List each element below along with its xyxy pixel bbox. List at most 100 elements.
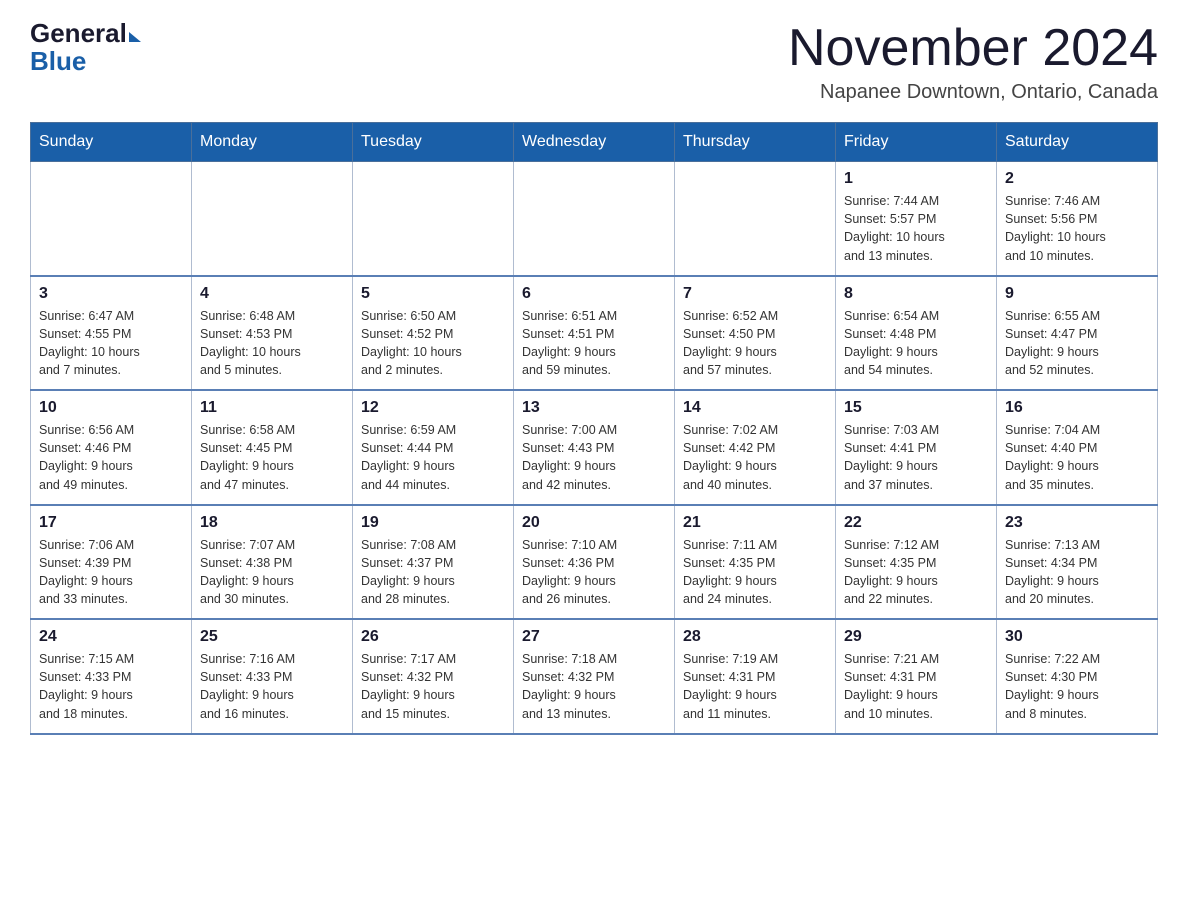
day-number: 17	[39, 514, 183, 532]
day-number: 12	[361, 399, 505, 417]
day-info: Sunrise: 6:47 AMSunset: 4:55 PMDaylight:…	[39, 307, 183, 380]
day-number: 23	[1005, 514, 1149, 532]
logo-general-text: General	[30, 20, 127, 46]
calendar-cell: 24 Sunrise: 7:15 AMSunset: 4:33 PMDayligh…	[31, 619, 192, 734]
day-info: Sunrise: 6:52 AMSunset: 4:50 PMDaylight:…	[683, 307, 827, 380]
calendar-cell: 7 Sunrise: 6:52 AMSunset: 4:50 PMDaylight…	[675, 276, 836, 391]
day-info: Sunrise: 7:15 AMSunset: 4:33 PMDaylight:…	[39, 650, 183, 723]
logo-arrow-icon	[129, 32, 141, 42]
calendar-cell	[31, 162, 192, 276]
day-number: 14	[683, 399, 827, 417]
calendar-week-1: 1 Sunrise: 7:44 AMSunset: 5:57 PMDaylight…	[31, 162, 1158, 276]
day-info: Sunrise: 7:08 AMSunset: 4:37 PMDaylight:…	[361, 536, 505, 609]
calendar-cell: 16Sunrise: 7:04 AMSunset: 4:40 PMDayligh…	[997, 390, 1158, 505]
calendar-header-wednesday: Wednesday	[514, 123, 675, 162]
calendar-header-monday: Monday	[192, 123, 353, 162]
location-title: Napanee Downtown, Ontario, Canada	[788, 81, 1158, 104]
day-number: 25	[200, 628, 344, 646]
calendar-cell: 18Sunrise: 7:07 AMSunset: 4:38 PMDayligh…	[192, 505, 353, 620]
calendar-cell: 26 Sunrise: 7:17 AMSunset: 4:32 PMDayligh…	[353, 619, 514, 734]
day-info: Sunrise: 7:03 AMSunset: 4:41 PMDaylight:…	[844, 421, 988, 494]
day-info: Sunrise: 6:54 AMSunset: 4:48 PMDaylight:…	[844, 307, 988, 380]
day-info: Sunrise: 7:13 AMSunset: 4:34 PMDaylight:…	[1005, 536, 1149, 609]
day-number: 22	[844, 514, 988, 532]
day-number: 10	[39, 399, 183, 417]
day-number: 29	[844, 628, 988, 646]
day-number: 5	[361, 285, 505, 303]
day-info: Sunrise: 7:00 AMSunset: 4:43 PMDaylight:…	[522, 421, 666, 494]
day-info: Sunrise: 6:55 AMSunset: 4:47 PMDaylight:…	[1005, 307, 1149, 380]
day-info: Sunrise: 6:58 AMSunset: 4:45 PMDaylight:…	[200, 421, 344, 494]
day-info: Sunrise: 6:50 AMSunset: 4:52 PMDaylight:…	[361, 307, 505, 380]
day-number: 19	[361, 514, 505, 532]
calendar-cell	[675, 162, 836, 276]
calendar-cell: 3Sunrise: 6:47 AMSunset: 4:55 PMDaylight…	[31, 276, 192, 391]
calendar-cell	[353, 162, 514, 276]
calendar-cell: 30Sunrise: 7:22 AMSunset: 4:30 PMDayligh…	[997, 619, 1158, 734]
day-number: 26	[361, 628, 505, 646]
calendar-cell: 29Sunrise: 7:21 AMSunset: 4:31 PMDayligh…	[836, 619, 997, 734]
calendar-cell: 5 Sunrise: 6:50 AMSunset: 4:52 PMDaylight…	[353, 276, 514, 391]
calendar-cell: 17 Sunrise: 7:06 AMSunset: 4:39 PMDayligh…	[31, 505, 192, 620]
day-info: Sunrise: 7:06 AMSunset: 4:39 PMDaylight:…	[39, 536, 183, 609]
day-info: Sunrise: 7:19 AMSunset: 4:31 PMDaylight:…	[683, 650, 827, 723]
day-info: Sunrise: 6:56 AMSunset: 4:46 PMDaylight:…	[39, 421, 183, 494]
calendar-cell: 27 Sunrise: 7:18 AMSunset: 4:32 PMDayligh…	[514, 619, 675, 734]
day-number: 8	[844, 285, 988, 303]
day-info: Sunrise: 7:10 AMSunset: 4:36 PMDaylight:…	[522, 536, 666, 609]
calendar-cell: 2 Sunrise: 7:46 AMSunset: 5:56 PMDaylight…	[997, 162, 1158, 276]
day-info: Sunrise: 7:12 AMSunset: 4:35 PMDaylight:…	[844, 536, 988, 609]
day-number: 7	[683, 285, 827, 303]
day-info: Sunrise: 7:44 AMSunset: 5:57 PMDaylight:…	[844, 192, 988, 265]
calendar-cell	[514, 162, 675, 276]
calendar-cell: 19 Sunrise: 7:08 AMSunset: 4:37 PMDayligh…	[353, 505, 514, 620]
calendar-header-tuesday: Tuesday	[353, 123, 514, 162]
day-number: 21	[683, 514, 827, 532]
calendar-cell: 15 Sunrise: 7:03 AMSunset: 4:41 PMDayligh…	[836, 390, 997, 505]
day-number: 15	[844, 399, 988, 417]
day-number: 28	[683, 628, 827, 646]
day-number: 11	[200, 399, 344, 417]
day-number: 18	[200, 514, 344, 532]
day-info: Sunrise: 7:17 AMSunset: 4:32 PMDaylight:…	[361, 650, 505, 723]
day-number: 27	[522, 628, 666, 646]
month-title: November 2024	[788, 20, 1158, 77]
title-area: November 2024 Napanee Downtown, Ontario,…	[788, 20, 1158, 104]
header: General Blue November 2024 Napanee Downt…	[30, 20, 1158, 104]
day-info: Sunrise: 7:46 AMSunset: 5:56 PMDaylight:…	[1005, 192, 1149, 265]
day-number: 24	[39, 628, 183, 646]
calendar-cell: 28 Sunrise: 7:19 AMSunset: 4:31 PMDayligh…	[675, 619, 836, 734]
day-number: 13	[522, 399, 666, 417]
calendar-cell: 13 Sunrise: 7:00 AMSunset: 4:43 PMDayligh…	[514, 390, 675, 505]
calendar-cell: 22 Sunrise: 7:12 AMSunset: 4:35 PMDayligh…	[836, 505, 997, 620]
day-info: Sunrise: 7:11 AMSunset: 4:35 PMDaylight:…	[683, 536, 827, 609]
day-number: 2	[1005, 170, 1149, 188]
calendar-header-thursday: Thursday	[675, 123, 836, 162]
calendar-cell: 8 Sunrise: 6:54 AMSunset: 4:48 PMDaylight…	[836, 276, 997, 391]
day-number: 30	[1005, 628, 1149, 646]
logo-blue-text: Blue	[30, 46, 86, 76]
calendar-cell: 25Sunrise: 7:16 AMSunset: 4:33 PMDayligh…	[192, 619, 353, 734]
day-number: 4	[200, 285, 344, 303]
calendar-week-5: 24 Sunrise: 7:15 AMSunset: 4:33 PMDayligh…	[31, 619, 1158, 734]
calendar-cell: 11 Sunrise: 6:58 AMSunset: 4:45 PMDayligh…	[192, 390, 353, 505]
day-number: 20	[522, 514, 666, 532]
calendar-week-4: 17 Sunrise: 7:06 AMSunset: 4:39 PMDayligh…	[31, 505, 1158, 620]
calendar-cell: 4 Sunrise: 6:48 AMSunset: 4:53 PMDaylight…	[192, 276, 353, 391]
calendar-table: SundayMondayTuesdayWednesdayThursdayFrid…	[30, 122, 1158, 735]
calendar-cell: 23 Sunrise: 7:13 AMSunset: 4:34 PMDayligh…	[997, 505, 1158, 620]
day-number: 1	[844, 170, 988, 188]
calendar-cell: 1 Sunrise: 7:44 AMSunset: 5:57 PMDaylight…	[836, 162, 997, 276]
day-info: Sunrise: 7:18 AMSunset: 4:32 PMDaylight:…	[522, 650, 666, 723]
calendar-header-row: SundayMondayTuesdayWednesdayThursdayFrid…	[31, 123, 1158, 162]
calendar-cell: 6 Sunrise: 6:51 AMSunset: 4:51 PMDaylight…	[514, 276, 675, 391]
calendar-week-2: 3Sunrise: 6:47 AMSunset: 4:55 PMDaylight…	[31, 276, 1158, 391]
day-info: Sunrise: 6:48 AMSunset: 4:53 PMDaylight:…	[200, 307, 344, 380]
calendar-cell: 12Sunrise: 6:59 AMSunset: 4:44 PMDayligh…	[353, 390, 514, 505]
logo: General Blue	[30, 20, 141, 77]
day-info: Sunrise: 7:02 AMSunset: 4:42 PMDaylight:…	[683, 421, 827, 494]
calendar-header-saturday: Saturday	[997, 123, 1158, 162]
day-info: Sunrise: 6:51 AMSunset: 4:51 PMDaylight:…	[522, 307, 666, 380]
calendar-cell: 14 Sunrise: 7:02 AMSunset: 4:42 PMDayligh…	[675, 390, 836, 505]
day-number: 6	[522, 285, 666, 303]
